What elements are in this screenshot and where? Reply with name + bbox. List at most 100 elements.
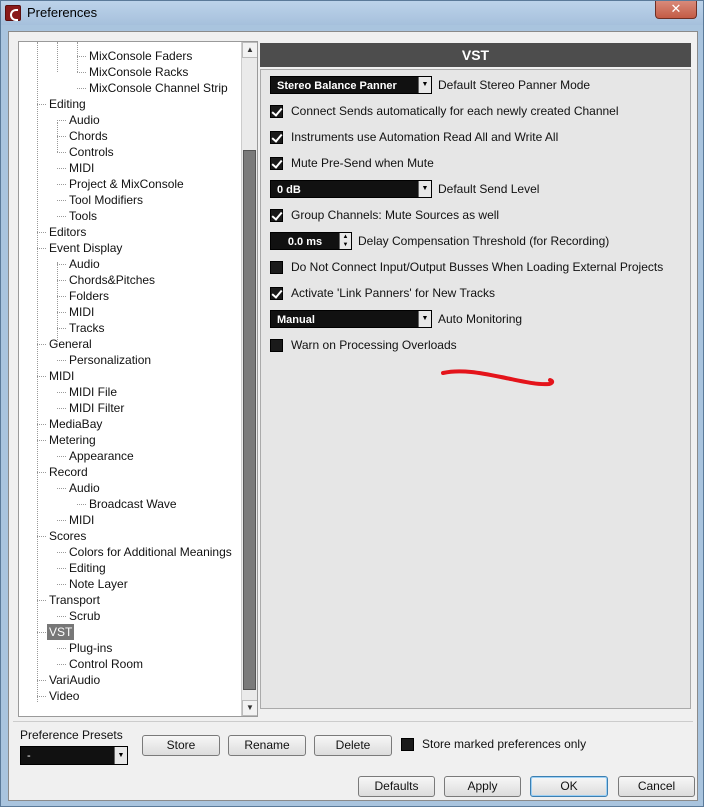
checkbox-unchecked[interactable] xyxy=(270,260,283,274)
tree-item[interactable]: VST xyxy=(47,624,75,640)
preference-presets-value: - xyxy=(27,750,31,762)
checkbox-checked[interactable] xyxy=(270,208,283,222)
tree-connector xyxy=(57,616,66,617)
tree-connector xyxy=(57,152,66,153)
tree-item[interactable]: MixConsole Faders xyxy=(87,48,194,64)
spin-down-icon[interactable]: ▼ xyxy=(340,241,351,249)
setting-dropdown[interactable]: 0 dB ▼ xyxy=(270,180,432,198)
tree-item[interactable]: Record xyxy=(47,464,90,480)
cancel-button[interactable]: Cancel xyxy=(618,776,695,797)
apply-button[interactable]: Apply xyxy=(444,776,521,797)
tree-item[interactable]: VariAudio xyxy=(47,672,102,688)
tree-connector xyxy=(57,648,66,649)
ok-button[interactable]: OK xyxy=(530,776,608,797)
tree-item[interactable]: Note Layer xyxy=(67,576,130,592)
tree-item[interactable]: Folders xyxy=(67,288,111,304)
chevron-down-icon[interactable]: ▼ xyxy=(418,181,431,197)
tree-connector xyxy=(37,472,46,473)
setting-label: Delay Compensation Threshold (for Record… xyxy=(358,234,610,248)
scrollbar-thumb[interactable] xyxy=(243,150,256,690)
tree-item[interactable]: General xyxy=(47,336,94,352)
tree-item[interactable]: MIDI File xyxy=(67,384,119,400)
tree-item[interactable]: MIDI xyxy=(67,304,96,320)
tree-connector xyxy=(57,488,66,489)
tree-item[interactable]: Audio xyxy=(67,112,102,128)
dropdown-value: Manual xyxy=(277,314,315,326)
tree-scrollbar[interactable]: ▲ ▼ xyxy=(241,42,257,716)
setting-label: Activate 'Link Panners' for New Tracks xyxy=(291,286,495,300)
spin-up-icon[interactable]: ▲ xyxy=(340,233,351,241)
tree-connector xyxy=(77,88,86,89)
tree-items-container: MixConsole Faders MixConsole Racks MixCons… xyxy=(19,42,241,716)
spinbox-buttons: ▲ ▼ xyxy=(339,233,351,249)
chevron-down-icon[interactable]: ▼ xyxy=(418,311,431,327)
chevron-down-icon[interactable]: ▼ xyxy=(418,77,431,93)
scroll-up-icon[interactable]: ▲ xyxy=(242,42,257,58)
tree-item[interactable]: Tracks xyxy=(67,320,107,336)
tree-connector xyxy=(57,184,66,185)
rename-button[interactable]: Rename xyxy=(228,735,306,756)
checkbox-checked[interactable] xyxy=(270,104,283,118)
tree-item[interactable]: Event Display xyxy=(47,240,124,256)
store-button[interactable]: Store xyxy=(142,735,220,756)
tree-guide xyxy=(57,122,58,152)
tree-item[interactable]: Chords xyxy=(67,128,110,144)
tree-item[interactable]: Metering xyxy=(47,432,98,448)
tree-item[interactable]: Appearance xyxy=(67,448,136,464)
tree-item[interactable]: Transport xyxy=(47,592,102,608)
checkbox-unchecked[interactable] xyxy=(270,338,283,352)
setting-label: Default Stereo Panner Mode xyxy=(438,78,591,92)
tree-item[interactable]: MixConsole Racks xyxy=(87,64,190,80)
tree-item[interactable]: Colors for Additional Meanings xyxy=(67,544,234,560)
tree-connector xyxy=(77,504,86,505)
tree-item[interactable]: Scores xyxy=(47,528,88,544)
setting-spinbox[interactable]: 0.0 ms ▲ ▼ xyxy=(270,232,352,250)
setting-row: 0 dB ▼ Default Send Level xyxy=(270,179,539,199)
tree-item[interactable]: Editing xyxy=(67,560,108,576)
setting-dropdown[interactable]: Manual ▼ xyxy=(270,310,432,328)
tree-item[interactable]: MixConsole Channel Strip xyxy=(87,80,230,96)
tree-item[interactable]: MIDI xyxy=(47,368,76,384)
tree-guide xyxy=(37,42,38,702)
delete-button[interactable]: Delete xyxy=(314,735,392,756)
tree-item[interactable]: Editors xyxy=(47,224,88,240)
tree-item[interactable]: Project & MixConsole xyxy=(67,176,186,192)
title-bar[interactable]: Preferences ✕ xyxy=(1,1,703,25)
tree-item[interactable]: MediaBay xyxy=(47,416,104,432)
tree-connector xyxy=(57,664,66,665)
tree-item[interactable]: Chords&Pitches xyxy=(67,272,157,288)
tree-item[interactable]: Audio xyxy=(67,480,102,496)
store-marked-checkbox[interactable] xyxy=(401,737,414,751)
tree-item[interactable]: Controls xyxy=(67,144,116,160)
checkbox-checked[interactable] xyxy=(270,286,283,300)
tree-item[interactable]: Video xyxy=(47,688,81,704)
tree-item[interactable]: Scrub xyxy=(67,608,102,624)
checkbox-checked[interactable] xyxy=(270,156,283,170)
checkbox-checked[interactable] xyxy=(270,130,283,144)
tree-connector xyxy=(57,296,66,297)
tree-connector xyxy=(37,696,46,697)
tree-connector xyxy=(77,56,86,57)
close-button[interactable]: ✕ xyxy=(655,1,697,19)
tree-item[interactable]: Editing xyxy=(47,96,88,112)
tree-connector xyxy=(57,408,66,409)
setting-row: 0.0 ms ▲ ▼ Delay Compensation Threshold (fo… xyxy=(270,231,609,251)
chevron-down-icon[interactable]: ▼ xyxy=(114,747,127,764)
tree-connector xyxy=(57,312,66,313)
preference-presets-select[interactable]: - ▼ xyxy=(20,746,128,765)
tree-item[interactable]: MIDI Filter xyxy=(67,400,126,416)
defaults-button[interactable]: Defaults xyxy=(358,776,435,797)
store-marked-toggle[interactable]: Store marked preferences only xyxy=(401,737,586,751)
tree-item[interactable]: Plug-ins xyxy=(67,640,114,656)
setting-row: Connect Sends automatically for each new… xyxy=(270,101,619,121)
tree-item[interactable]: Tools xyxy=(67,208,99,224)
tree-item[interactable]: Control Room xyxy=(67,656,145,672)
tree-item[interactable]: Tool Modifiers xyxy=(67,192,145,208)
tree-item[interactable]: MIDI xyxy=(67,160,96,176)
tree-item[interactable]: MIDI xyxy=(67,512,96,528)
tree-item[interactable]: Audio xyxy=(67,256,102,272)
setting-dropdown[interactable]: Stereo Balance Panner ▼ xyxy=(270,76,432,94)
tree-item[interactable]: Broadcast Wave xyxy=(87,496,179,512)
tree-item[interactable]: Personalization xyxy=(67,352,153,368)
scroll-down-icon[interactable]: ▼ xyxy=(242,700,257,716)
